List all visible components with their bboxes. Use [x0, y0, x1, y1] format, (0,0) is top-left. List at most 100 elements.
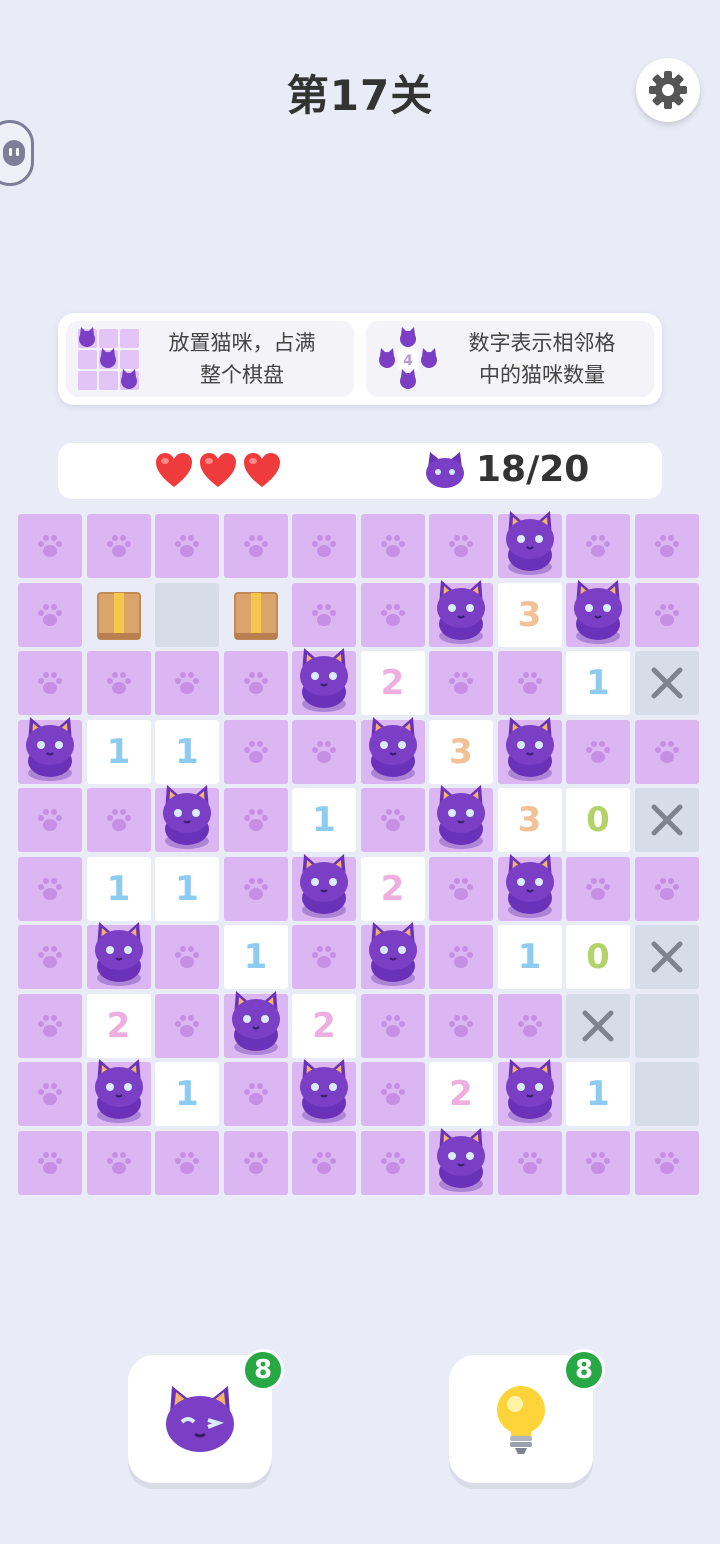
board-cell-paw[interactable] — [223, 788, 288, 852]
board-cell-paw[interactable] — [566, 1130, 630, 1195]
board-cell-paw[interactable] — [223, 719, 288, 784]
board-cell-number: 2 — [360, 856, 425, 921]
board-cell-cat[interactable] — [497, 1059, 562, 1126]
board-cell-x-marked[interactable] — [634, 925, 699, 989]
board-cell-blocked — [634, 993, 699, 1058]
board-cell-number: 3 — [497, 788, 562, 852]
cat-icon — [94, 922, 143, 986]
lightbulb-hint-button[interactable]: 8 — [449, 1349, 605, 1483]
board-cell-paw[interactable] — [429, 514, 493, 578]
cat-icon — [505, 716, 554, 781]
board-cell-paw[interactable] — [292, 514, 356, 578]
number-surrounded-by-cats-icon: 4 — [376, 327, 440, 391]
board-cell-paw[interactable] — [360, 1062, 425, 1126]
board-cell-paw[interactable] — [86, 788, 151, 852]
paw-icon — [380, 809, 405, 831]
board-cell-paw[interactable] — [155, 1130, 219, 1195]
board-cell-cat[interactable] — [18, 716, 82, 784]
board-cell-cat[interactable] — [360, 716, 425, 784]
board-cell-paw[interactable] — [429, 856, 493, 921]
board-cell-x-marked[interactable] — [566, 993, 630, 1058]
board-cell-cat[interactable] — [429, 1127, 493, 1195]
board-cell-paw[interactable] — [634, 1130, 699, 1195]
board-cell-paw[interactable] — [360, 993, 425, 1058]
board-cell-paw[interactable] — [223, 856, 288, 921]
paw-icon — [243, 809, 268, 831]
cat-icon — [26, 716, 74, 781]
board-cell-paw[interactable] — [566, 856, 630, 921]
board-cell-cat[interactable] — [497, 853, 562, 921]
board-cell-cat[interactable] — [292, 1059, 356, 1126]
board-cell-paw[interactable] — [86, 514, 151, 578]
board-cell-paw[interactable] — [634, 856, 699, 921]
board-cell-paw[interactable] — [360, 514, 425, 578]
board-cell-paw[interactable] — [292, 1130, 356, 1195]
board-cell-paw[interactable] — [155, 514, 219, 578]
board-cell-x-marked[interactable] — [634, 651, 699, 715]
board-cell-paw[interactable] — [86, 1130, 151, 1195]
board-cell-paw[interactable] — [634, 719, 699, 784]
board-cell-paw[interactable] — [223, 514, 288, 578]
board-cell-paw[interactable] — [566, 719, 630, 784]
board-cell-paw[interactable] — [360, 582, 425, 647]
board-cell-paw[interactable] — [429, 925, 493, 989]
board-cell-cat[interactable] — [566, 579, 630, 647]
rule-1-line-1: 放置猫咪，占满 — [168, 331, 316, 355]
board-cell-paw[interactable] — [292, 925, 356, 989]
board-cell-cat[interactable] — [86, 922, 151, 989]
cell-number-label: 1 — [586, 663, 610, 703]
board-cell-paw[interactable] — [18, 993, 82, 1058]
board-cell-paw[interactable] — [497, 993, 562, 1058]
board-cell-paw[interactable] — [292, 719, 356, 784]
cell-number-label: 1 — [243, 937, 268, 977]
cell-number-label: 2 — [380, 868, 405, 909]
board-cell-cat[interactable] — [292, 853, 356, 921]
board-cell-paw[interactable] — [497, 1130, 562, 1195]
board-cell-paw[interactable] — [18, 514, 82, 578]
board-cell-paw[interactable] — [18, 582, 82, 647]
cat-hint-button[interactable]: 8 — [128, 1349, 284, 1483]
board-cell-cat[interactable] — [497, 511, 562, 578]
board-cell-box — [224, 583, 288, 647]
paw-icon — [243, 740, 268, 763]
board-cell-paw[interactable] — [497, 651, 562, 715]
board-cell-cat[interactable] — [429, 785, 493, 852]
settings-button[interactable] — [636, 58, 700, 122]
board-cell-paw[interactable] — [18, 788, 82, 852]
board-cell-paw[interactable] — [292, 582, 356, 647]
board-cell-cat[interactable] — [429, 579, 493, 647]
board-cell-paw[interactable] — [155, 925, 219, 989]
paw-icon — [517, 1151, 542, 1174]
board-cell-paw[interactable] — [223, 1062, 288, 1126]
board-cell-x-marked[interactable] — [634, 788, 699, 852]
board-cell-paw[interactable] — [566, 514, 630, 578]
board-cell-paw[interactable] — [155, 993, 219, 1058]
side-chat-bubble[interactable] — [0, 120, 34, 186]
paw-icon — [38, 809, 62, 831]
board-cell-cat[interactable] — [155, 785, 219, 852]
board-cell-paw[interactable] — [86, 651, 151, 715]
board-cell-cat[interactable] — [360, 922, 425, 989]
paw-icon — [380, 1014, 405, 1037]
board-cell-paw[interactable] — [18, 1062, 82, 1126]
board-cell-paw[interactable] — [223, 1130, 288, 1195]
board-cell-paw[interactable] — [360, 788, 425, 852]
board-cell-cat[interactable] — [497, 716, 562, 784]
board-cell-paw[interactable] — [155, 651, 219, 715]
board-cell-paw[interactable] — [634, 582, 699, 647]
cell-number-label: 2 — [106, 1005, 131, 1046]
board-cell-paw[interactable] — [18, 925, 82, 989]
board-cell-paw[interactable] — [18, 856, 82, 921]
board-cell-paw[interactable] — [18, 1130, 82, 1195]
board-cell-paw[interactable] — [429, 651, 493, 715]
paw-icon — [106, 1151, 131, 1174]
board-cell-cat[interactable] — [292, 648, 356, 715]
board-cell-paw[interactable] — [429, 993, 493, 1058]
board-cell-paw[interactable] — [634, 514, 699, 578]
board-cell-paw[interactable] — [18, 651, 82, 715]
board-cell-cat[interactable] — [86, 1059, 151, 1126]
board-cell-paw[interactable] — [360, 1130, 425, 1195]
rule-2-line-2: 中的猫咪数量 — [479, 363, 605, 387]
board-cell-cat[interactable] — [223, 990, 288, 1058]
board-cell-paw[interactable] — [223, 651, 288, 715]
